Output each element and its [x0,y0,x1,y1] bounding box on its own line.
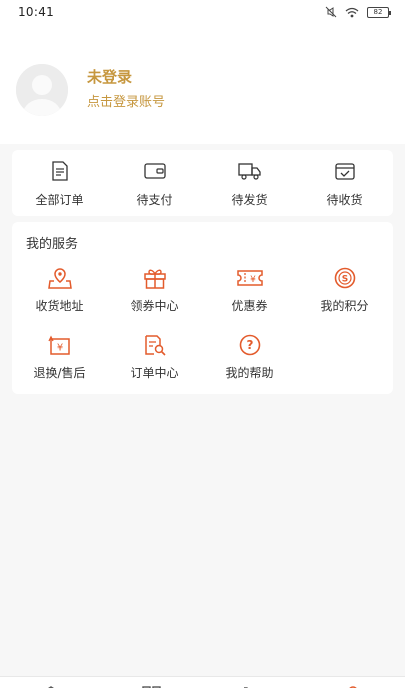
profile-header[interactable]: 未登录 点击登录账号 [0,26,405,144]
order-all[interactable]: 全部订单 [12,160,107,208]
order-pending-receipt-label: 待收货 [326,193,363,207]
truck-icon [202,160,297,182]
box-check-icon [297,160,392,182]
service-coupons-label: 优惠券 [231,299,268,313]
battery-icon: 82 [367,6,391,18]
document-icon [12,160,107,182]
status-icons: 82 [325,6,391,18]
service-coupon-center-label: 领券中心 [130,299,179,313]
services-title: 我的服务 [26,237,79,252]
order-pending-shipment-label: 待发货 [231,193,268,207]
mute-icon [325,6,337,18]
avatar[interactable] [16,64,68,116]
cart-icon[interactable] [243,680,263,688]
login-subtitle[interactable]: 点击登录账号 [87,91,165,110]
gift-icon [107,266,202,290]
service-address[interactable]: 收货地址 [12,266,107,314]
order-pending-payment-label: 待支付 [136,193,173,207]
profile-icon[interactable] [343,680,363,688]
service-address-label: 收货地址 [35,299,84,313]
service-points-label: 我的积分 [320,299,369,313]
order-pending-shipment[interactable]: 待发货 [202,160,297,208]
order-pending-payment[interactable]: 待支付 [107,160,202,208]
service-refund[interactable]: ¥ 退换/售后 [12,333,107,381]
points-coin-icon: S [297,266,392,290]
wallet-icon [107,160,202,182]
service-refund-label: 退换/售后 [33,366,86,380]
login-title[interactable]: 未登录 [87,66,132,87]
service-help[interactable]: ? 我的帮助 [202,333,297,381]
service-coupons[interactable]: ¥ 优惠券 [202,266,297,314]
svg-text:S: S [341,275,347,285]
service-coupon-center[interactable]: 领券中心 [107,266,202,314]
svg-text:¥: ¥ [250,275,256,285]
services-card: 我的服务 收货地址 领券中心 ¥ 优惠券 S 我的积分 ¥ 退换/售后 订单中心… [12,222,393,394]
service-help-label: 我的帮助 [225,366,274,380]
order-search-icon [107,333,202,357]
status-time: 10:41 [18,5,55,19]
orders-card: 全部订单 待支付 待发货 待收货 [12,150,393,216]
status-bar: 10:41 82 [0,0,405,26]
refund-icon: ¥ [12,333,107,357]
coupon-icon: ¥ [202,266,297,290]
bottom-nav [0,676,405,688]
avatar-placeholder-icon [16,64,68,116]
location-icon [12,266,107,290]
category-icon[interactable] [142,680,162,688]
svg-text:¥: ¥ [56,343,62,354]
service-order-center[interactable]: 订单中心 [107,333,202,381]
order-pending-receipt[interactable]: 待收货 [297,160,392,208]
wifi-icon [345,7,359,18]
home-icon[interactable] [41,680,61,688]
order-all-label: 全部订单 [35,193,84,207]
svg-text:?: ? [246,338,253,352]
service-order-center-label: 订单中心 [130,366,179,380]
help-icon: ? [202,333,297,357]
service-points[interactable]: S 我的积分 [297,266,392,314]
